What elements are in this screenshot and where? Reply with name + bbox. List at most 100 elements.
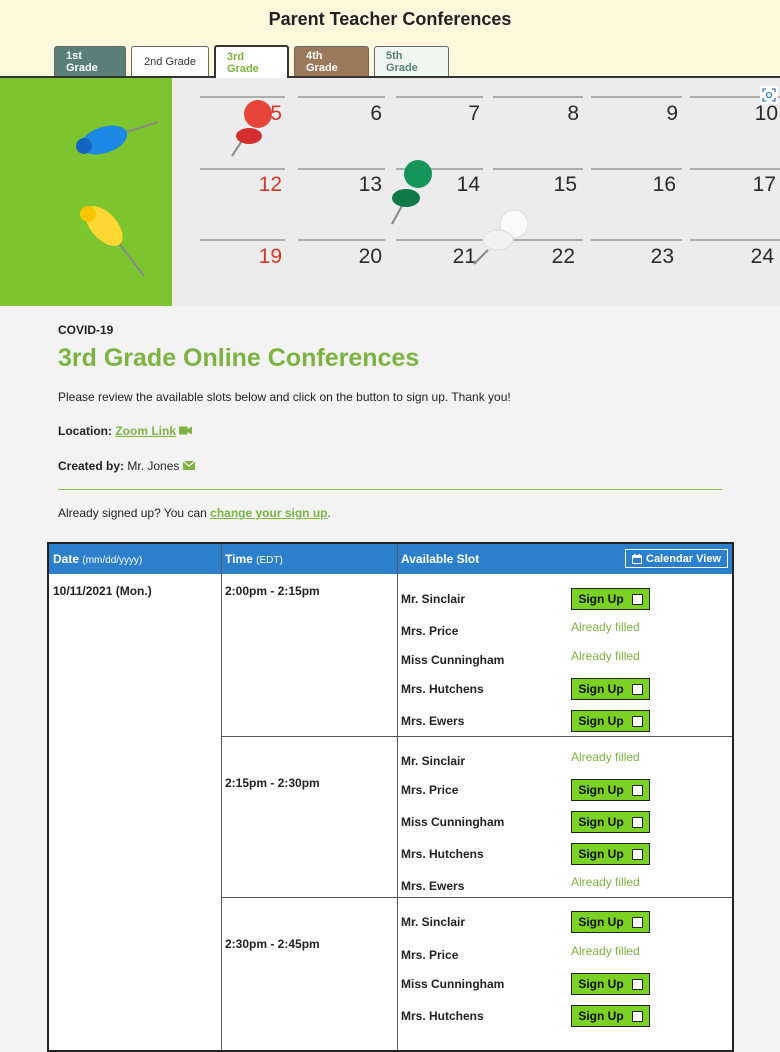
section-divider bbox=[58, 489, 722, 490]
sign-up-button[interactable]: Sign Up bbox=[571, 779, 650, 801]
svg-text:16: 16 bbox=[653, 173, 676, 196]
sign-up-checkbox[interactable] bbox=[631, 1010, 643, 1022]
already-filled-label: Already filled bbox=[571, 750, 640, 764]
sign-up-label: Sign Up bbox=[578, 847, 624, 861]
teacher-name: Mrs. Price bbox=[401, 624, 459, 638]
svg-text:21: 21 bbox=[453, 245, 476, 268]
block-divider bbox=[221, 736, 732, 737]
tab-3rd-grade[interactable]: 3rd Grade bbox=[214, 45, 289, 78]
teacher-name: Mrs. Ewers bbox=[401, 714, 465, 728]
sign-up-button[interactable]: Sign Up bbox=[571, 811, 650, 833]
sign-up-label: Sign Up bbox=[578, 1009, 624, 1023]
already-filled-label: Already filled bbox=[571, 649, 640, 663]
col-date-hint: (mm/dd/yyyy) bbox=[82, 555, 143, 566]
already-filled-label: Already filled bbox=[571, 620, 640, 634]
col-time-hint: (EDT) bbox=[256, 555, 283, 566]
sign-up-button[interactable]: Sign Up bbox=[571, 973, 650, 995]
already-filled-label: Already filled bbox=[571, 875, 640, 889]
svg-text:14: 14 bbox=[457, 173, 481, 196]
page-title: 3rd Grade Online Conferences bbox=[58, 344, 420, 372]
zoom-link[interactable]: Zoom Link bbox=[115, 424, 176, 438]
time-cell: 2:00pm - 2:15pm bbox=[225, 584, 320, 598]
teacher-name: Mrs. Hutchens bbox=[401, 1009, 484, 1023]
tab-1st-grade[interactable]: 1st Grade bbox=[54, 46, 126, 76]
sign-up-checkbox[interactable] bbox=[631, 978, 643, 990]
block-divider bbox=[221, 897, 732, 898]
sign-up-label: Sign Up bbox=[578, 682, 624, 696]
teacher-name: Mrs. Hutchens bbox=[401, 682, 484, 696]
svg-text:24: 24 bbox=[751, 245, 775, 268]
sign-up-checkbox[interactable] bbox=[631, 784, 643, 796]
sign-up-checkbox[interactable] bbox=[631, 683, 643, 695]
col-divider bbox=[397, 544, 398, 1050]
email-icon[interactable] bbox=[182, 460, 196, 470]
already-filled-label: Already filled bbox=[571, 944, 640, 958]
time-cell: 2:15pm - 2:30pm bbox=[225, 776, 320, 790]
teacher-name: Mr. Sinclair bbox=[401, 915, 466, 929]
created-label: Created by: bbox=[58, 459, 125, 473]
svg-text:7: 7 bbox=[468, 102, 480, 125]
teacher-name: Miss Cunningham bbox=[401, 977, 505, 991]
location-label: Location: bbox=[58, 424, 112, 438]
col-time-header: Time (EDT) bbox=[225, 552, 283, 566]
col-divider bbox=[221, 544, 222, 1050]
page-description: Please review the available slots below … bbox=[58, 390, 511, 404]
col-time-label: Time bbox=[225, 552, 253, 566]
teacher-name: Mrs. Price bbox=[401, 783, 459, 797]
already-end: . bbox=[327, 506, 331, 520]
teacher-name: Miss Cunningham bbox=[401, 653, 505, 667]
expand-image-icon[interactable] bbox=[760, 86, 778, 104]
sign-up-button[interactable]: Sign Up bbox=[571, 911, 650, 933]
sign-up-checkbox[interactable] bbox=[631, 715, 643, 727]
sign-up-button[interactable]: Sign Up bbox=[571, 1005, 650, 1027]
already-text: Already signed up? You can bbox=[58, 506, 207, 520]
svg-text:19: 19 bbox=[259, 245, 282, 268]
sign-up-checkbox[interactable] bbox=[631, 816, 643, 828]
calendar-banner-image: 5 6 7 8 9 10 12 13 14 15 16 17 19 20 21 … bbox=[0, 78, 780, 306]
signup-table: Date (mm/dd/yyyy) Time (EDT) Available S… bbox=[47, 542, 734, 1052]
teacher-name: Mrs. Price bbox=[401, 948, 459, 962]
sign-up-label: Sign Up bbox=[578, 977, 624, 991]
sign-up-button[interactable]: Sign Up bbox=[571, 710, 650, 732]
col-date-label: Date bbox=[53, 552, 80, 566]
calendar-photo: 5 6 7 8 9 10 12 13 14 15 16 17 19 20 21 … bbox=[0, 78, 780, 306]
svg-text:12: 12 bbox=[259, 173, 282, 196]
sign-up-label: Sign Up bbox=[578, 915, 624, 929]
location-row: Location: Zoom Link bbox=[58, 424, 193, 438]
sign-up-button[interactable]: Sign Up bbox=[571, 843, 650, 865]
sign-up-button[interactable]: Sign Up bbox=[571, 678, 650, 700]
change-signup-link[interactable]: change your sign up bbox=[210, 506, 327, 520]
svg-text:13: 13 bbox=[359, 173, 382, 196]
sign-up-button[interactable]: Sign Up bbox=[571, 588, 650, 610]
site-title: Parent Teacher Conferences bbox=[268, 9, 512, 29]
teacher-name: Mr. Sinclair bbox=[401, 754, 466, 768]
video-icon bbox=[179, 426, 193, 435]
tab-4th-grade[interactable]: 4th Grade bbox=[294, 46, 369, 76]
calendar-view-button[interactable]: Calendar View bbox=[625, 549, 728, 568]
sign-up-label: Sign Up bbox=[578, 714, 624, 728]
date-cell: 10/11/2021 (Mon.) bbox=[53, 584, 152, 598]
svg-text:5: 5 bbox=[270, 102, 282, 125]
sign-up-checkbox[interactable] bbox=[631, 916, 643, 928]
col-date-header: Date (mm/dd/yyyy) bbox=[53, 552, 142, 566]
svg-text:20: 20 bbox=[359, 245, 382, 268]
creator-name: Mr. Jones bbox=[127, 459, 180, 473]
table-header: Date (mm/dd/yyyy) Time (EDT) Available S… bbox=[49, 544, 732, 574]
svg-text:22: 22 bbox=[552, 245, 575, 268]
tab-2nd-grade[interactable]: 2nd Grade bbox=[131, 46, 209, 76]
sign-up-checkbox[interactable] bbox=[631, 848, 643, 860]
tab-5th-grade[interactable]: 5th Grade bbox=[374, 46, 449, 76]
teacher-name: Miss Cunningham bbox=[401, 815, 505, 829]
svg-text:8: 8 bbox=[567, 102, 579, 125]
col-slot-header: Available Slot bbox=[401, 552, 480, 566]
sign-up-checkbox[interactable] bbox=[631, 593, 643, 605]
svg-text:9: 9 bbox=[666, 102, 678, 125]
svg-text:17: 17 bbox=[753, 173, 776, 196]
page-eyebrow: COVID-19 bbox=[58, 323, 114, 337]
svg-text:6: 6 bbox=[370, 102, 382, 125]
svg-text:10: 10 bbox=[755, 102, 778, 125]
teacher-name: Mrs. Hutchens bbox=[401, 847, 484, 861]
grade-tabs: 1st Grade 2nd Grade 3rd Grade 4th Grade … bbox=[54, 45, 454, 78]
teacher-name: Mr. Sinclair bbox=[401, 592, 466, 606]
sign-up-label: Sign Up bbox=[578, 815, 624, 829]
